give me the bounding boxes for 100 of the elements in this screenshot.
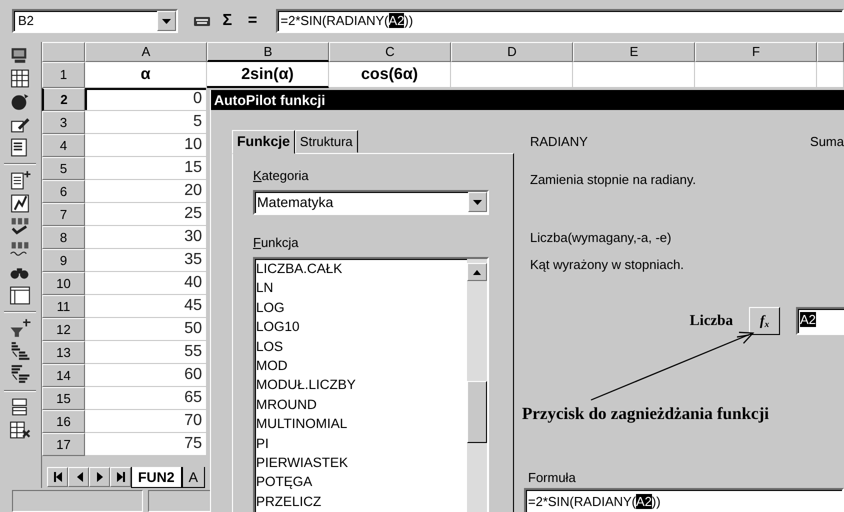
list-item[interactable]: PI: [255, 434, 467, 453]
table-cell: 75: [85, 433, 207, 456]
dropdown-button[interactable]: [157, 11, 176, 31]
function-label: Funkcja: [253, 235, 300, 251]
last-sheet-button[interactable]: [110, 466, 131, 487]
tab[interactable]: Struktura: [294, 130, 358, 153]
caret-icon: [162, 18, 171, 24]
row-header[interactable]: 4: [42, 134, 85, 157]
annotation-text: Przycisk do zagnieżdżania funkcji: [522, 403, 770, 425]
triangle-up-icon: [473, 270, 481, 274]
argument-label: Liczba: [690, 312, 733, 331]
list-item[interactable]: POTĘGA: [255, 472, 467, 492]
list-item[interactable]: MULTINOMIAL: [255, 414, 467, 434]
chart-icon[interactable]: [8, 192, 32, 215]
row-header[interactable]: 14: [42, 364, 85, 387]
nest-function-button[interactable]: f$_{x}$: [749, 307, 780, 335]
column-header[interactable]: [817, 42, 844, 62]
dialog-title: AutoPilot funkcji: [211, 90, 844, 110]
table-cell: 15: [85, 157, 207, 180]
function-button[interactable]: =: [242, 10, 264, 32]
table-cell: 5: [85, 111, 207, 134]
next-sheet-button[interactable]: [89, 466, 110, 487]
row-header[interactable]: 1: [42, 62, 85, 88]
row-header[interactable]: 13: [42, 341, 85, 364]
table-cell: 70: [85, 410, 207, 433]
next-function-label: Suma: [810, 133, 844, 151]
triangle-right-icon: [96, 472, 102, 482]
list-item[interactable]: PRZELICZ: [255, 492, 467, 512]
list-item[interactable]: LOS: [255, 336, 467, 356]
row-header[interactable]: 6: [42, 180, 85, 203]
skip-back-icon: [54, 472, 62, 482]
row-header[interactable]: 5: [42, 157, 85, 180]
row-header[interactable]: 17: [42, 433, 85, 456]
scroll-thumb[interactable]: [467, 381, 487, 443]
list-item[interactable]: LICZBA.CAŁK: [255, 259, 467, 278]
list-item[interactable]: MOD: [255, 356, 467, 376]
name-box[interactable]: B2: [12, 9, 178, 33]
scroll-up-button[interactable]: [467, 263, 487, 281]
column-header[interactable]: D: [451, 42, 573, 62]
column-header[interactable]: E: [573, 42, 695, 62]
corner-cell[interactable]: [42, 42, 85, 62]
filter-icon[interactable]: [8, 317, 32, 340]
row-header[interactable]: 16: [42, 410, 85, 433]
function-description: Zamienia stopnie na radiany.: [530, 170, 697, 189]
scrollbar[interactable]: [467, 259, 487, 512]
column-header[interactable]: C: [329, 42, 451, 62]
new-document-icon[interactable]: [8, 169, 32, 192]
table-cell: 30: [85, 226, 207, 249]
window-icon[interactable]: [8, 284, 32, 307]
row-header[interactable]: 11: [42, 295, 85, 318]
table-cell: 45: [85, 295, 207, 318]
table-cell: 10: [85, 134, 207, 157]
sheet-tab[interactable]: A: [182, 466, 205, 488]
table-cell: 40: [85, 272, 207, 295]
row-header[interactable]: 10: [42, 272, 85, 295]
formula-label: Formuła: [528, 469, 577, 487]
first-sheet-button[interactable]: [47, 466, 68, 487]
dropdown-button[interactable]: [468, 192, 487, 212]
table-cell: cos(6α): [329, 62, 451, 88]
table-cell: α: [85, 62, 207, 88]
argument-signature: Liczba(wymagany,-a, -e): [530, 229, 672, 247]
table-cell: 50: [85, 318, 207, 341]
category-label: Kategoria: [253, 168, 310, 184]
argument-input[interactable]: A2: [796, 307, 844, 335]
table-cell: 65: [85, 387, 207, 410]
function-name: RADIANY: [530, 133, 588, 151]
triangle-left-icon: [74, 472, 82, 482]
table-cell: 20: [85, 180, 207, 203]
list-item[interactable]: MODUŁ.LICZBY: [255, 375, 467, 395]
argument-description: Kąt wyrażony w stopniach.: [530, 256, 685, 274]
row-header[interactable]: 7: [42, 203, 85, 226]
table-cell: 35: [85, 249, 207, 272]
category-dropdown[interactable]: Matematyka: [253, 190, 489, 215]
list-item[interactable]: LN: [255, 278, 467, 298]
list-item[interactable]: LOG: [255, 298, 467, 318]
skip-forward-icon: [116, 472, 124, 482]
row-header[interactable]: 12: [42, 318, 85, 341]
table-cell: 55: [85, 341, 207, 364]
previous-sheet-button[interactable]: [68, 466, 89, 487]
list-item[interactable]: LOG10: [255, 317, 467, 337]
table-cell: 2sin(α): [207, 62, 329, 88]
list-item[interactable]: MROUND: [255, 394, 467, 414]
table-cell: 25: [85, 203, 207, 226]
list-item[interactable]: PIERWIASTEK: [255, 452, 467, 472]
formula-input[interactable]: =2*SIN(RADIANY(A2)): [524, 488, 844, 512]
row-header[interactable]: 15: [42, 387, 85, 410]
sum-button[interactable]: Σ: [216, 10, 238, 32]
column-header[interactable]: F: [695, 42, 817, 62]
grid-icon[interactable]: [8, 67, 32, 90]
caret-icon: [473, 200, 482, 204]
row-header[interactable]: 3: [42, 111, 85, 134]
formula-input[interactable]: =2*SIN(RADIANY(A2)): [276, 9, 844, 33]
table-cell: 0: [85, 88, 207, 111]
table-cell: [817, 62, 844, 88]
row-header[interactable]: 8: [42, 226, 85, 249]
row-header[interactable]: 9: [42, 249, 85, 272]
tab[interactable]: Funkcje: [232, 130, 295, 154]
column-header[interactable]: A: [85, 42, 207, 62]
sheet-tab[interactable]: FUN2: [131, 466, 182, 488]
table-cell: 60: [85, 364, 207, 387]
